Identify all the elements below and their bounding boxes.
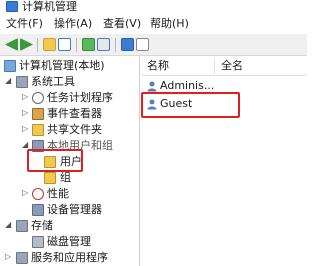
tree-expander[interactable]: ▷ bbox=[5, 252, 11, 261]
toolbar-separator bbox=[76, 38, 77, 52]
column-header-fullname[interactable]: 全名 bbox=[221, 59, 243, 73]
tree-item-label: 组 bbox=[60, 171, 71, 184]
disk-icon bbox=[32, 236, 44, 248]
tree-item-shared-folders[interactable]: ▷ 共享文件夹 bbox=[0, 122, 140, 138]
tree-item-label: 磁盘管理 bbox=[47, 235, 91, 248]
tree-item-system-tools[interactable]: ◢ 系统工具 bbox=[0, 74, 140, 90]
clock-icon bbox=[32, 92, 44, 104]
export-icon[interactable] bbox=[97, 38, 110, 51]
tree-item-task-scheduler[interactable]: ▷ 任务计划程序 bbox=[0, 90, 140, 106]
show-tree-icon[interactable] bbox=[58, 38, 71, 51]
services-icon bbox=[16, 252, 28, 264]
tree-item-label: 服务和应用程序 bbox=[31, 251, 108, 264]
properties-icon[interactable] bbox=[136, 38, 149, 51]
tree-item-disk-management[interactable]: 磁盘管理 bbox=[0, 234, 140, 250]
list-header: 名称 全名 bbox=[141, 56, 307, 76]
menu-action[interactable]: 操作(A) bbox=[54, 17, 92, 31]
up-icon[interactable] bbox=[43, 38, 56, 51]
help-icon[interactable] bbox=[121, 38, 134, 51]
menu-bar: 文件(F) 操作(A) 查看(V) 帮助(H) bbox=[0, 14, 307, 34]
tree-item-label: 计算机管理(本地) bbox=[19, 59, 105, 72]
highlight-users-folder bbox=[27, 149, 83, 172]
back-icon[interactable] bbox=[5, 38, 18, 51]
tree-item-label: 性能 bbox=[47, 187, 69, 200]
computer-management-icon bbox=[6, 1, 18, 12]
column-header-name[interactable]: 名称 bbox=[147, 59, 169, 73]
refresh-icon[interactable] bbox=[82, 38, 95, 51]
device-manager-icon bbox=[32, 204, 44, 216]
tree-expander[interactable]: ◢ bbox=[5, 76, 11, 85]
column-divider[interactable] bbox=[214, 58, 215, 74]
tree-item-computer-management[interactable]: 计算机管理(本地) bbox=[0, 58, 140, 74]
tree-item-groups[interactable]: 组 bbox=[0, 170, 140, 186]
tree-expander[interactable]: ▷ bbox=[22, 124, 28, 133]
tree-item-device-manager[interactable]: 设备管理器 bbox=[0, 202, 140, 218]
tree-expander[interactable]: ◢ bbox=[22, 140, 28, 149]
user-icon bbox=[147, 81, 157, 92]
tree-item-label: 任务计划程序 bbox=[47, 91, 113, 104]
highlight-guest-account bbox=[141, 92, 240, 118]
toolbar-separator bbox=[115, 38, 116, 52]
tree-item-label: 存储 bbox=[31, 219, 53, 232]
tree-expander[interactable]: ▷ bbox=[22, 108, 28, 117]
tree-item-label: 事件查看器 bbox=[47, 107, 102, 120]
user-list: 名称 全名 Adminis... Guest bbox=[141, 56, 307, 266]
title-bar: 计算机管理 bbox=[0, 0, 307, 14]
tools-icon bbox=[16, 76, 28, 88]
toolbar bbox=[0, 34, 307, 56]
tree-item-label: 共享文件夹 bbox=[47, 123, 102, 136]
window-title: 计算机管理 bbox=[22, 0, 77, 13]
tree-expander[interactable]: ▷ bbox=[22, 188, 28, 197]
tree-item-label: 设备管理器 bbox=[47, 203, 102, 216]
tree-item-storage[interactable]: ◢ 存储 bbox=[0, 218, 140, 234]
forward-icon[interactable] bbox=[20, 38, 33, 51]
tree-item-event-viewer[interactable]: ▷ 事件查看器 bbox=[0, 106, 140, 122]
folder-icon bbox=[44, 172, 56, 184]
tree-expander[interactable]: ▷ bbox=[22, 92, 28, 101]
menu-help[interactable]: 帮助(H) bbox=[150, 17, 189, 31]
shared-folder-icon bbox=[32, 124, 44, 136]
tree-item-performance[interactable]: ▷ 性能 bbox=[0, 186, 140, 202]
tree-item-services-applications[interactable]: ▷ 服务和应用程序 bbox=[0, 250, 140, 266]
storage-icon bbox=[16, 220, 28, 232]
event-viewer-icon bbox=[32, 108, 44, 120]
tree-expander[interactable]: ◢ bbox=[5, 220, 11, 229]
tree-item-label: 系统工具 bbox=[31, 75, 75, 88]
toolbar-separator bbox=[37, 38, 38, 52]
menu-file[interactable]: 文件(F) bbox=[6, 17, 43, 31]
user-name: Adminis... bbox=[160, 79, 215, 92]
performance-icon bbox=[32, 188, 44, 200]
computer-icon bbox=[4, 60, 16, 72]
menu-view[interactable]: 查看(V) bbox=[103, 17, 141, 31]
